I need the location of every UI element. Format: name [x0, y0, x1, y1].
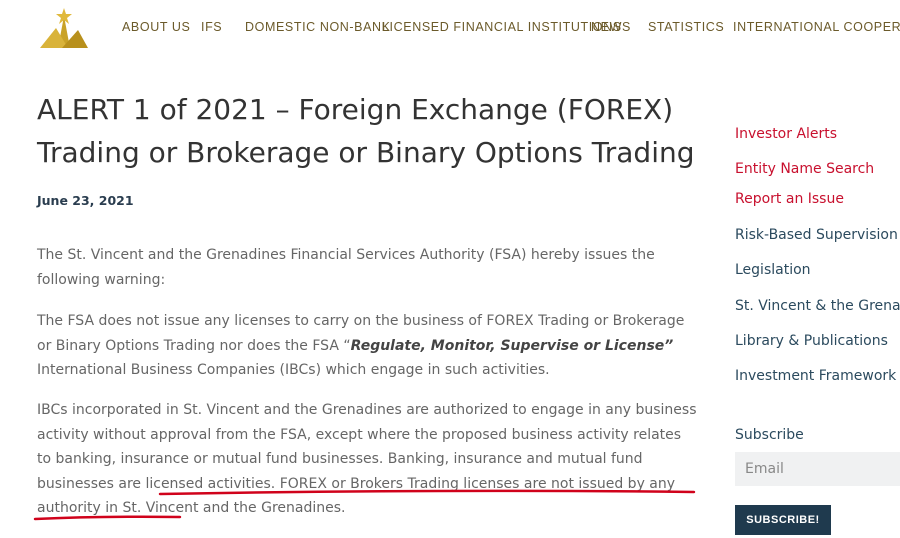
- nav-ifs[interactable]: IFS: [201, 20, 222, 34]
- article-paragraph-1: The St. Vincent and the Grenadines Finan…: [37, 247, 655, 288]
- article-paragraph-2: The FSA does not issue any licenses to c…: [37, 309, 697, 383]
- post-date: June 23, 2021: [37, 193, 134, 208]
- page-title: ALERT 1 of 2021 – Foreign Exchange (FORE…: [37, 93, 695, 169]
- nav-statistics[interactable]: STATISTICS: [648, 20, 724, 34]
- sidebar-link-library-publications[interactable]: Library & Publications: [735, 333, 888, 349]
- email-input[interactable]: [735, 452, 900, 486]
- sidebar-link-st-vincent[interactable]: St. Vincent & the Grenadi: [735, 298, 900, 314]
- subscribe-heading: Subscribe: [735, 427, 804, 443]
- red-underline-annotation: [33, 489, 696, 521]
- p2-bold-phrase: Regulate, Monitor, Supervise or License”: [350, 337, 674, 354]
- nav-domestic-non-bank[interactable]: DOMESTIC NON-BANK: [245, 20, 391, 34]
- sidebar-link-legislation[interactable]: Legislation: [735, 262, 811, 278]
- sidebar-link-risk-based-supervision[interactable]: Risk-Based Supervision: [735, 227, 898, 243]
- nav-about-us[interactable]: ABOUT US: [122, 20, 190, 34]
- subscribe-button[interactable]: SUBSCRIBE!: [735, 505, 831, 535]
- sidebar-link-report-an-issue[interactable]: Report an Issue: [735, 191, 844, 207]
- sidebar-link-investment-framework[interactable]: Investment Framework: [735, 368, 896, 384]
- p2-text-c: International Business Companies (IBCs) …: [37, 362, 550, 378]
- sidebar: Investor Alerts Entity Name Search Repor…: [735, 0, 900, 538]
- sidebar-link-investor-alerts[interactable]: Investor Alerts: [735, 126, 837, 142]
- nav-licensed-financial-institutions[interactable]: LICENSED FINANCIAL INSTITUTIONS: [382, 20, 622, 34]
- nav-news[interactable]: NEWS: [591, 20, 631, 34]
- sidebar-link-entity-name-search[interactable]: Entity Name Search: [735, 161, 874, 177]
